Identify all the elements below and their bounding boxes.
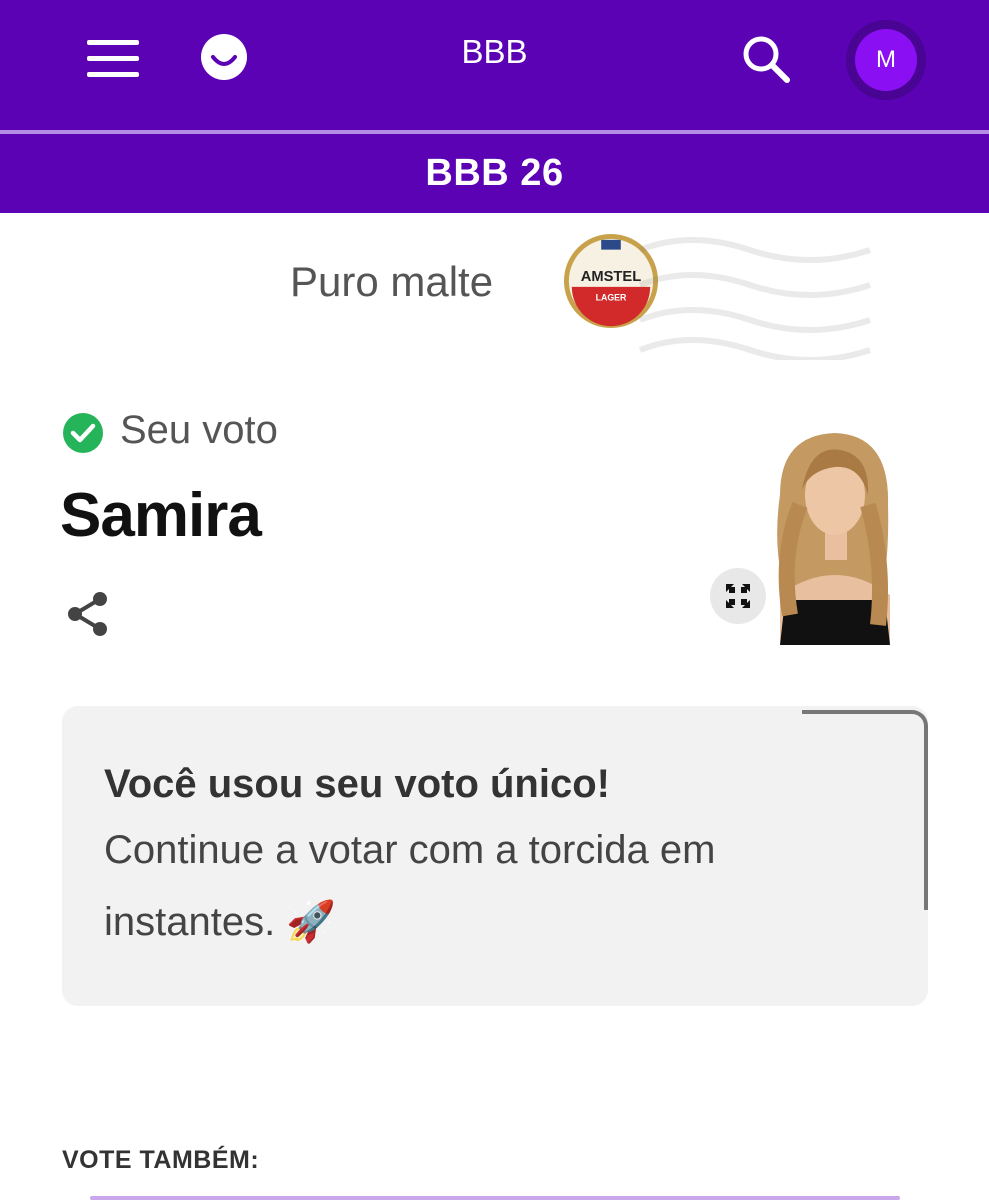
candidate-name: Samira xyxy=(60,481,262,550)
notice-body: Continue a votar com a torcida em instan… xyxy=(104,828,716,944)
candidate-portrait-illustration xyxy=(740,425,928,645)
check-circle-icon xyxy=(63,413,103,453)
avatar[interactable]: M xyxy=(846,20,926,100)
share-icon[interactable] xyxy=(66,590,112,638)
expand-icon xyxy=(726,584,750,608)
top-app-bar: BBB M xyxy=(0,0,989,130)
section-bar: BBB 26 xyxy=(0,134,989,213)
scroll-indicator xyxy=(802,710,928,910)
also-vote-heading: VOTE TAMBÉM: xyxy=(62,1146,260,1174)
vote-notice-card: Você usou seu voto único! Continue a vot… xyxy=(62,706,928,1006)
avatar-initial: M xyxy=(855,29,917,91)
vote-status-label: Seu voto xyxy=(120,408,278,452)
sponsor-banner[interactable]: Puro malte AMSTEL LAGER xyxy=(0,230,989,360)
app-title[interactable]: BBB xyxy=(0,33,989,71)
expand-photo-button[interactable] xyxy=(710,568,766,624)
search-icon[interactable] xyxy=(740,33,792,85)
candidate-photo[interactable] xyxy=(740,425,928,645)
sponsor-tagline: Puro malte xyxy=(290,258,494,305)
sponsor-watermark xyxy=(638,237,871,360)
notice-title: Você usou seu voto único! xyxy=(104,762,610,806)
section-title: BBB 26 xyxy=(425,152,564,194)
next-card-edge xyxy=(90,1196,900,1200)
sponsor-logo-subtext: LAGER xyxy=(596,293,627,303)
